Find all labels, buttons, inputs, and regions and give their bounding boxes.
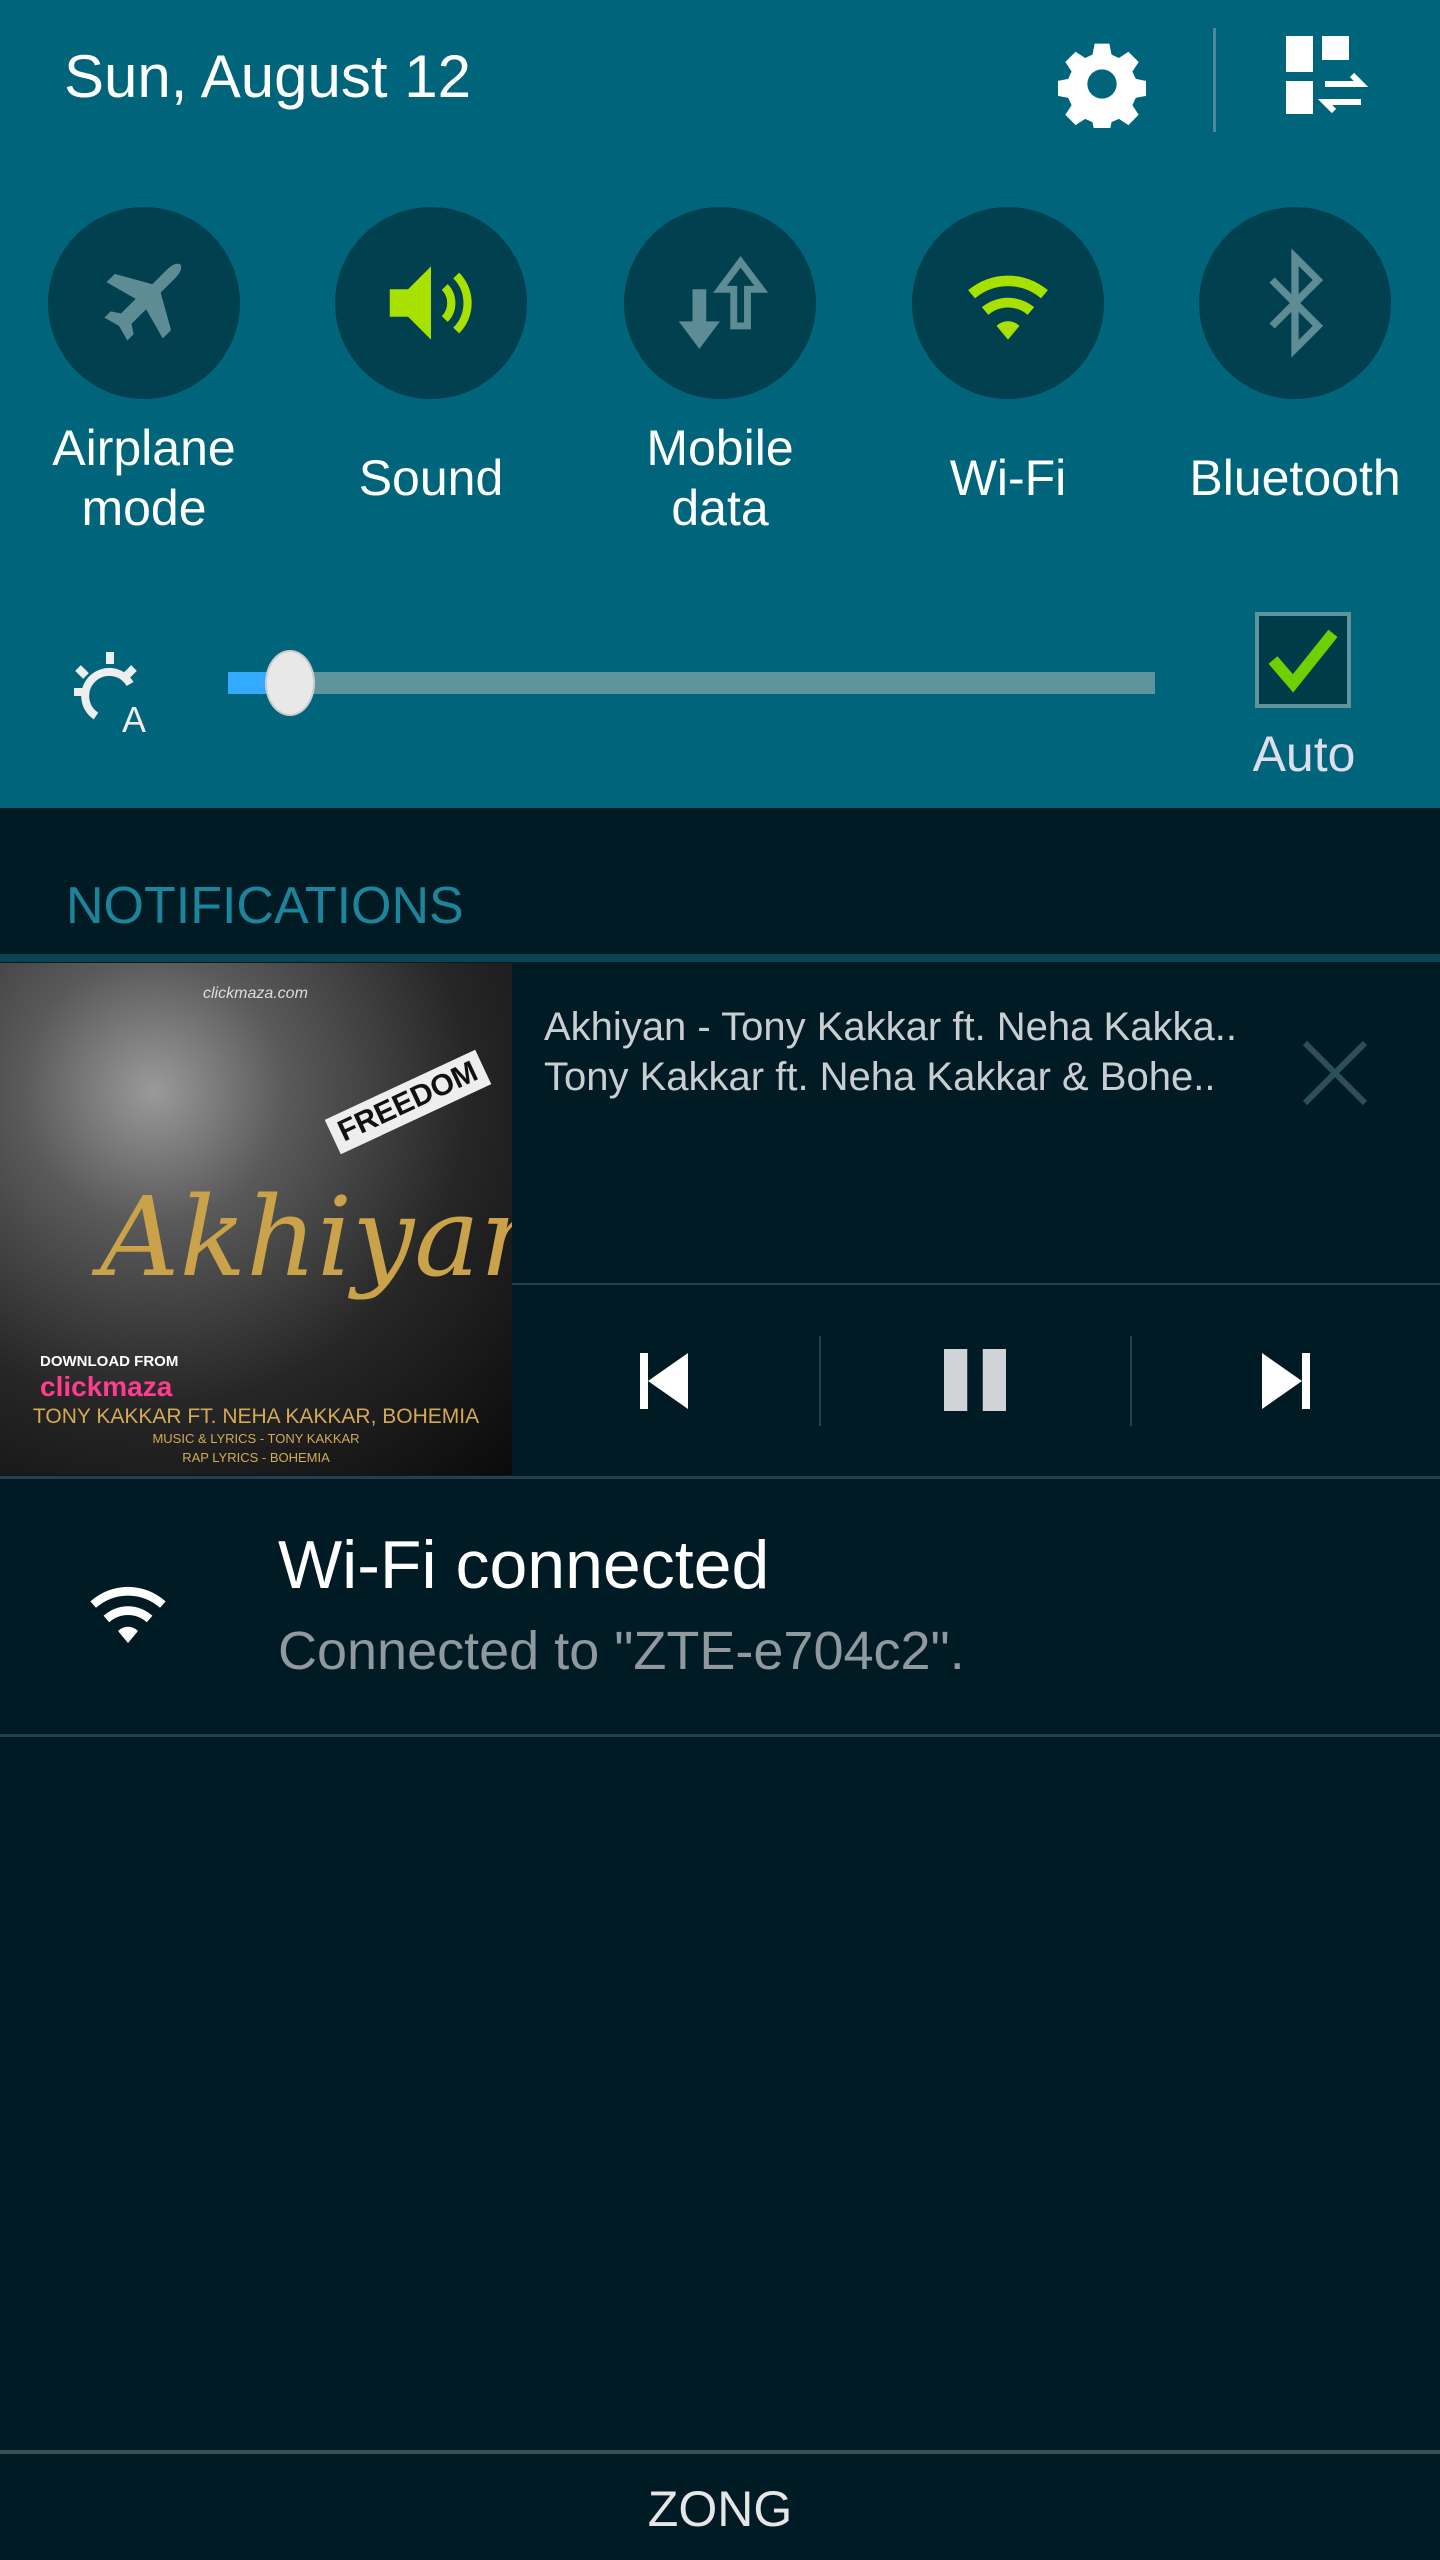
track-title: Akhiyan - Tony Kakkar ft. Neha Kakka.. — [544, 1005, 1237, 1049]
data-arrows-icon — [678, 256, 769, 349]
album-art: clickmaza.com FREEDOM Akhiyan DOWNLOAD F… — [0, 963, 512, 1475]
sound-toggle[interactable] — [335, 207, 527, 399]
wifi-icon — [90, 1586, 166, 1643]
pause-icon[interactable] — [942, 1349, 1008, 1411]
airplane-icon — [104, 263, 182, 341]
airplane-mode-toggle[interactable] — [48, 207, 240, 399]
art-credits: TONY KAKKAR FT. NEHA KAKKAR, BOHEMIA — [32, 1405, 480, 1428]
date-label: Sun, August 12 — [64, 43, 471, 110]
control-separator — [1130, 1336, 1132, 1426]
track-artist: Tony Kakkar ft. Neha Kakkar & Bohe.. — [544, 1055, 1216, 1099]
art-music: MUSIC & LYRICS - TONY KAKKAR — [152, 1431, 360, 1446]
art-shirt: FREEDOM — [324, 1049, 492, 1155]
art-brand: clickmaza — [40, 1371, 173, 1402]
mobile-data-toggle[interactable] — [624, 207, 816, 399]
toggle-label-wifi: Wi-Fi — [949, 450, 1067, 506]
toggle-label-bluetooth: Bluetooth — [1189, 450, 1401, 506]
notifications-heading: NOTIFICATIONS — [66, 877, 464, 935]
wifi-toggle[interactable] — [912, 207, 1104, 399]
carrier-divider — [0, 2450, 1440, 2454]
auto-label: Auto — [1252, 726, 1356, 782]
quick-settings-panel: Sun, August 12 Airplane mode Sound Mobile… — [0, 0, 1440, 808]
svg-text:A: A — [122, 699, 146, 736]
previous-icon[interactable] — [636, 1348, 692, 1414]
bluetooth-icon — [1269, 248, 1324, 358]
divider — [0, 1734, 1440, 1737]
bluetooth-toggle[interactable] — [1199, 207, 1391, 399]
close-icon[interactable] — [1290, 1028, 1380, 1118]
brightness-slider[interactable] — [228, 650, 1155, 716]
control-separator — [819, 1336, 821, 1426]
media-divider — [512, 1283, 1440, 1285]
art-title: Akhiyan — [100, 1173, 512, 1301]
next-icon[interactable] — [1258, 1348, 1314, 1414]
toggle-label-airplane: Airplane mode — [52, 420, 236, 536]
grid-swap-icon[interactable] — [1286, 36, 1370, 120]
auto-brightness-icon: A — [74, 652, 146, 736]
wifi-notification-title: Wi-Fi connected — [278, 1527, 770, 1603]
carrier-label: ZONG — [647, 2481, 793, 2537]
art-site: clickmaza.com — [203, 985, 308, 1002]
wifi-notification-subtitle: Connected to "ZTE-e704c2". — [278, 1621, 965, 1681]
art-rap: RAP LYRICS - BOHEMIA — [182, 1450, 330, 1465]
auto-brightness-checkbox[interactable] — [1255, 612, 1351, 708]
media-notification[interactable]: clickmaza.com FREEDOM Akhiyan DOWNLOAD F… — [0, 963, 1440, 1475]
wifi-notification[interactable] — [0, 1479, 1440, 1735]
art-download: DOWNLOAD FROM — [40, 1353, 179, 1370]
toggle-label-mobile-data: Mobile data — [646, 420, 794, 536]
heading-divider — [0, 954, 1440, 962]
header-divider — [1213, 28, 1216, 132]
toggle-label-sound: Sound — [358, 450, 504, 506]
brightness-thumb[interactable] — [265, 650, 316, 716]
checkmark-icon — [1268, 629, 1338, 693]
gear-icon[interactable] — [1058, 40, 1146, 128]
speaker-icon — [389, 266, 472, 340]
wifi-icon — [968, 275, 1048, 340]
